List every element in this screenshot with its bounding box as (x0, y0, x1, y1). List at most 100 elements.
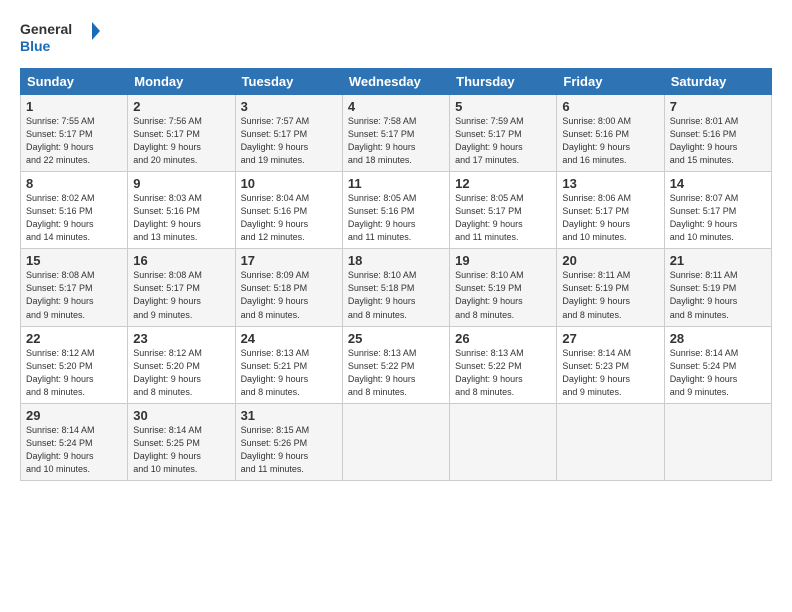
day-number: 4 (348, 99, 444, 114)
day-number: 29 (26, 408, 122, 423)
day-info: Sunrise: 8:01 AM Sunset: 5:16 PM Dayligh… (670, 115, 766, 167)
day-info: Sunrise: 8:11 AM Sunset: 5:19 PM Dayligh… (670, 269, 766, 321)
header-monday: Monday (128, 69, 235, 95)
day-info: Sunrise: 8:09 AM Sunset: 5:18 PM Dayligh… (241, 269, 337, 321)
day-info: Sunrise: 8:08 AM Sunset: 5:17 PM Dayligh… (26, 269, 122, 321)
day-info: Sunrise: 8:06 AM Sunset: 5:17 PM Dayligh… (562, 192, 658, 244)
day-info: Sunrise: 8:11 AM Sunset: 5:19 PM Dayligh… (562, 269, 658, 321)
svg-text:Blue: Blue (20, 38, 51, 54)
day-number: 26 (455, 331, 551, 346)
logo-svg: General Blue (20, 18, 100, 58)
cell-week5-day1: 30Sunrise: 8:14 AM Sunset: 5:25 PM Dayli… (128, 403, 235, 480)
cell-week1-day3: 4Sunrise: 7:58 AM Sunset: 5:17 PM Daylig… (342, 95, 449, 172)
day-info: Sunrise: 7:58 AM Sunset: 5:17 PM Dayligh… (348, 115, 444, 167)
day-info: Sunrise: 8:13 AM Sunset: 5:21 PM Dayligh… (241, 347, 337, 399)
cell-week4-day4: 26Sunrise: 8:13 AM Sunset: 5:22 PM Dayli… (450, 326, 557, 403)
cell-week2-day6: 14Sunrise: 8:07 AM Sunset: 5:17 PM Dayli… (664, 172, 771, 249)
header-friday: Friday (557, 69, 664, 95)
day-number: 24 (241, 331, 337, 346)
day-number: 23 (133, 331, 229, 346)
cell-week5-day6 (664, 403, 771, 480)
day-info: Sunrise: 8:07 AM Sunset: 5:17 PM Dayligh… (670, 192, 766, 244)
cell-week5-day0: 29Sunrise: 8:14 AM Sunset: 5:24 PM Dayli… (21, 403, 128, 480)
header-sunday: Sunday (21, 69, 128, 95)
day-number: 21 (670, 253, 766, 268)
cell-week1-day0: 1Sunrise: 7:55 AM Sunset: 5:17 PM Daylig… (21, 95, 128, 172)
cell-week4-day5: 27Sunrise: 8:14 AM Sunset: 5:23 PM Dayli… (557, 326, 664, 403)
day-number: 7 (670, 99, 766, 114)
day-info: Sunrise: 8:03 AM Sunset: 5:16 PM Dayligh… (133, 192, 229, 244)
cell-week2-day3: 11Sunrise: 8:05 AM Sunset: 5:16 PM Dayli… (342, 172, 449, 249)
header: General Blue (20, 18, 772, 58)
day-number: 30 (133, 408, 229, 423)
cell-week1-day6: 7Sunrise: 8:01 AM Sunset: 5:16 PM Daylig… (664, 95, 771, 172)
cell-week4-day0: 22Sunrise: 8:12 AM Sunset: 5:20 PM Dayli… (21, 326, 128, 403)
cell-week2-day1: 9Sunrise: 8:03 AM Sunset: 5:16 PM Daylig… (128, 172, 235, 249)
day-info: Sunrise: 8:08 AM Sunset: 5:17 PM Dayligh… (133, 269, 229, 321)
day-number: 17 (241, 253, 337, 268)
cell-week3-day2: 17Sunrise: 8:09 AM Sunset: 5:18 PM Dayli… (235, 249, 342, 326)
cell-week5-day5 (557, 403, 664, 480)
cell-week1-day4: 5Sunrise: 7:59 AM Sunset: 5:17 PM Daylig… (450, 95, 557, 172)
day-number: 15 (26, 253, 122, 268)
cell-week4-day3: 25Sunrise: 8:13 AM Sunset: 5:22 PM Dayli… (342, 326, 449, 403)
cell-week3-day6: 21Sunrise: 8:11 AM Sunset: 5:19 PM Dayli… (664, 249, 771, 326)
day-number: 22 (26, 331, 122, 346)
cell-week2-day0: 8Sunrise: 8:02 AM Sunset: 5:16 PM Daylig… (21, 172, 128, 249)
day-info: Sunrise: 8:02 AM Sunset: 5:16 PM Dayligh… (26, 192, 122, 244)
calendar-table: SundayMondayTuesdayWednesdayThursdayFrid… (20, 68, 772, 481)
day-info: Sunrise: 8:14 AM Sunset: 5:24 PM Dayligh… (670, 347, 766, 399)
day-info: Sunrise: 8:15 AM Sunset: 5:26 PM Dayligh… (241, 424, 337, 476)
day-number: 6 (562, 99, 658, 114)
cell-week1-day2: 3Sunrise: 7:57 AM Sunset: 5:17 PM Daylig… (235, 95, 342, 172)
cell-week4-day6: 28Sunrise: 8:14 AM Sunset: 5:24 PM Dayli… (664, 326, 771, 403)
day-info: Sunrise: 7:57 AM Sunset: 5:17 PM Dayligh… (241, 115, 337, 167)
cell-week4-day2: 24Sunrise: 8:13 AM Sunset: 5:21 PM Dayli… (235, 326, 342, 403)
day-number: 11 (348, 176, 444, 191)
day-info: Sunrise: 8:12 AM Sunset: 5:20 PM Dayligh… (133, 347, 229, 399)
cell-week3-day0: 15Sunrise: 8:08 AM Sunset: 5:17 PM Dayli… (21, 249, 128, 326)
cell-week2-day2: 10Sunrise: 8:04 AM Sunset: 5:16 PM Dayli… (235, 172, 342, 249)
cell-week5-day4 (450, 403, 557, 480)
day-info: Sunrise: 8:10 AM Sunset: 5:19 PM Dayligh… (455, 269, 551, 321)
header-saturday: Saturday (664, 69, 771, 95)
header-thursday: Thursday (450, 69, 557, 95)
day-info: Sunrise: 8:14 AM Sunset: 5:23 PM Dayligh… (562, 347, 658, 399)
svg-text:General: General (20, 21, 72, 37)
day-number: 25 (348, 331, 444, 346)
day-info: Sunrise: 8:04 AM Sunset: 5:16 PM Dayligh… (241, 192, 337, 244)
cell-week5-day2: 31Sunrise: 8:15 AM Sunset: 5:26 PM Dayli… (235, 403, 342, 480)
day-number: 8 (26, 176, 122, 191)
day-info: Sunrise: 7:56 AM Sunset: 5:17 PM Dayligh… (133, 115, 229, 167)
day-info: Sunrise: 8:14 AM Sunset: 5:25 PM Dayligh… (133, 424, 229, 476)
day-number: 14 (670, 176, 766, 191)
cell-week3-day1: 16Sunrise: 8:08 AM Sunset: 5:17 PM Dayli… (128, 249, 235, 326)
cell-week2-day5: 13Sunrise: 8:06 AM Sunset: 5:17 PM Dayli… (557, 172, 664, 249)
header-tuesday: Tuesday (235, 69, 342, 95)
day-number: 18 (348, 253, 444, 268)
day-info: Sunrise: 7:55 AM Sunset: 5:17 PM Dayligh… (26, 115, 122, 167)
cell-week1-day1: 2Sunrise: 7:56 AM Sunset: 5:17 PM Daylig… (128, 95, 235, 172)
cell-week4-day1: 23Sunrise: 8:12 AM Sunset: 5:20 PM Dayli… (128, 326, 235, 403)
day-number: 3 (241, 99, 337, 114)
header-wednesday: Wednesday (342, 69, 449, 95)
day-number: 10 (241, 176, 337, 191)
day-info: Sunrise: 8:10 AM Sunset: 5:18 PM Dayligh… (348, 269, 444, 321)
cell-week5-day3 (342, 403, 449, 480)
day-number: 28 (670, 331, 766, 346)
day-info: Sunrise: 8:00 AM Sunset: 5:16 PM Dayligh… (562, 115, 658, 167)
day-number: 9 (133, 176, 229, 191)
day-info: Sunrise: 8:13 AM Sunset: 5:22 PM Dayligh… (455, 347, 551, 399)
day-number: 1 (26, 99, 122, 114)
day-info: Sunrise: 8:05 AM Sunset: 5:17 PM Dayligh… (455, 192, 551, 244)
logo: General Blue (20, 18, 100, 58)
day-number: 16 (133, 253, 229, 268)
day-number: 20 (562, 253, 658, 268)
day-number: 12 (455, 176, 551, 191)
day-number: 27 (562, 331, 658, 346)
calendar-page: General Blue SundayMondayTuesdayWednesda… (0, 0, 792, 612)
day-info: Sunrise: 8:05 AM Sunset: 5:16 PM Dayligh… (348, 192, 444, 244)
day-info: Sunrise: 8:13 AM Sunset: 5:22 PM Dayligh… (348, 347, 444, 399)
day-number: 2 (133, 99, 229, 114)
day-number: 19 (455, 253, 551, 268)
